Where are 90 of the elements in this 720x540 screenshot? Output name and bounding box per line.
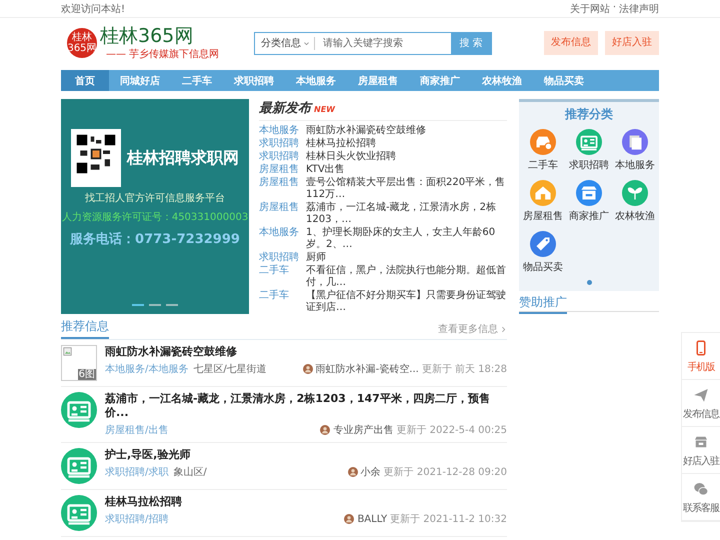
avatar-icon (348, 467, 358, 477)
update-time: 更新于 2021-11-2 10:32 (390, 512, 507, 526)
section-title: 赞助推广 (519, 291, 567, 314)
search-field[interactable]: 分类信息 请输入关键字搜索 搜 索 (254, 32, 492, 54)
avatar-icon (344, 514, 354, 524)
chevron-icon (500, 326, 507, 332)
avatar-icon (320, 425, 330, 435)
post-title[interactable]: 桂林马拉松招聘 (105, 495, 507, 509)
panel-title: 推荐分类 (565, 106, 613, 123)
header-button[interactable]: 好店入驻 (605, 31, 659, 55)
post-link[interactable]: 荔浦市，一江名城-藏龙，江景清水房，2栋1203，… (306, 202, 507, 226)
author-name: BALLY (357, 514, 388, 524)
footer-link[interactable]: 关于网站 (570, 2, 610, 16)
tag-icon[interactable] (530, 231, 556, 257)
footer-link[interactable]: 法律声明 (619, 2, 659, 16)
banner-title: 桂林招聘求职网 (127, 148, 239, 168)
post-link[interactable]: 壹号公馆精装大平层出售：面积220平米，售112万… (306, 176, 507, 200)
author-name: 专业房产出售 (333, 424, 394, 437)
house-icon[interactable] (530, 180, 556, 206)
id-card-icon (61, 495, 97, 531)
category-label[interactable]: 房屋租售 (523, 209, 563, 223)
post-link[interactable]: 桂林日头火饮业招聘 (306, 150, 396, 162)
paper-plane-icon (692, 386, 710, 404)
update-time: 更新于 2022-5-4 00:25 (396, 424, 507, 437)
side-tool-button[interactable]: 发布信息 (682, 380, 720, 427)
photo-count: 6图 (78, 369, 96, 380)
post-link[interactable]: 【黑户征信不好分期买车】只需要身份证驾驶证到店… (306, 290, 507, 314)
id-card-icon[interactable] (576, 129, 602, 155)
phone-text: 服务电话：0773-7232999 (70, 231, 240, 248)
documents-icon[interactable] (622, 129, 648, 155)
post-link[interactable]: 桂林马拉松招聘 (306, 138, 376, 150)
post-title[interactable]: 荔浦市，一江名城-藏龙，江景清水房，2栋1203，147平米，四房二厅，预售价... (105, 392, 507, 420)
update-time: 更新于 前天 18:28 (422, 362, 507, 376)
site-title[interactable]: 桂林365网 (100, 25, 220, 47)
logo-badge-text: 桂林 (72, 32, 92, 43)
category-link[interactable]: 房屋租售 (259, 176, 301, 200)
category-link[interactable]: 求职招聘 (259, 138, 301, 150)
section-title: 最新发布 (259, 100, 311, 117)
category-label[interactable]: 物品买卖 (523, 260, 563, 274)
post-link[interactable]: 1、护理长期卧床的女主人，女主人年龄60岁。2、… (306, 226, 507, 250)
category-label[interactable]: 求职招聘 (569, 158, 609, 172)
license-text: 人力资源服务许可证号：450331000003 (62, 210, 248, 224)
logo-badge-text: 365网 (67, 43, 97, 54)
category-link[interactable]: 求职招聘 (259, 150, 301, 162)
sprout-icon[interactable] (622, 180, 648, 206)
welcome-text: 欢迎访问本站! (61, 2, 126, 16)
post-link[interactable]: KTV出售 (306, 164, 345, 176)
post-title[interactable]: 雨虹防水补漏瓷砖空鼓维修 (105, 345, 507, 359)
site-slogan: —— 芋乡传媒旗下信息网 (106, 48, 220, 61)
chat-icon (692, 480, 710, 498)
category-label[interactable]: 二手车 (528, 158, 558, 172)
category-link[interactable]: 房屋租售 (259, 164, 301, 176)
category-link[interactable]: 本地服务 (259, 124, 301, 136)
area-text: 象山区/ (173, 466, 207, 479)
nav-tab[interactable]: 首页 (61, 70, 109, 91)
post-link[interactable]: 不看征信，黑户，法院执行也能分期。超低首付，几… (306, 264, 507, 288)
category-link[interactable]: 二手车 (259, 290, 301, 314)
category-label[interactable]: 农林牧渔 (615, 209, 655, 223)
shop-icon[interactable] (576, 180, 602, 206)
header-button[interactable]: 发布信息 (544, 31, 598, 55)
avatar-icon (302, 364, 313, 374)
page-dot[interactable] (586, 280, 592, 285)
section-title: 推荐信息 (61, 318, 109, 339)
category-link[interactable]: 求职招聘 (259, 252, 301, 264)
broken-image-icon (63, 347, 72, 356)
new-label: NEW (314, 105, 335, 114)
side-tool-button[interactable]: 手机版 (682, 333, 720, 380)
author-name: 小余 (360, 466, 381, 479)
dropdown-label: 分类信息 (261, 36, 301, 50)
category-label[interactable]: 本地服务 (615, 158, 655, 172)
area-text: 七星区/七星街道 (193, 362, 267, 376)
banner-subtitle: 找工招人官方许可信息服务平台 (85, 192, 225, 205)
category-link[interactable]: 房屋租售 (259, 202, 301, 226)
banner[interactable]: 桂林招聘求职网 找工招人官方许可信息服务平台 人力资源服务许可证号：450331000003 服务电话：0773-7232999 (61, 99, 249, 314)
id-card-icon (61, 392, 97, 428)
side-tool-button[interactable]: 联系客服 (682, 474, 720, 521)
car-icon[interactable] (530, 129, 556, 155)
side-tool-button[interactable]: 好店入驻 (682, 427, 720, 474)
category-link[interactable]: 本地服务 (259, 226, 301, 250)
category-link[interactable]: 二手车 (259, 264, 301, 288)
post-title[interactable]: 护士,导医,验光师 (105, 448, 507, 462)
id-card-icon (61, 448, 97, 484)
update-time: 更新于 2021-12-28 09:20 (384, 466, 507, 479)
author-name: 雨虹防水补漏-瓷砖空... (316, 362, 419, 376)
separator: · (612, 2, 616, 14)
caret-icon (303, 40, 310, 46)
qr-code (71, 129, 121, 187)
category-label[interactable]: 商家推广 (569, 209, 609, 223)
post-link[interactable]: 雨虹防水补漏瓷砖空鼓维修 (306, 124, 426, 136)
post-link[interactable]: 厨师 (306, 252, 326, 264)
